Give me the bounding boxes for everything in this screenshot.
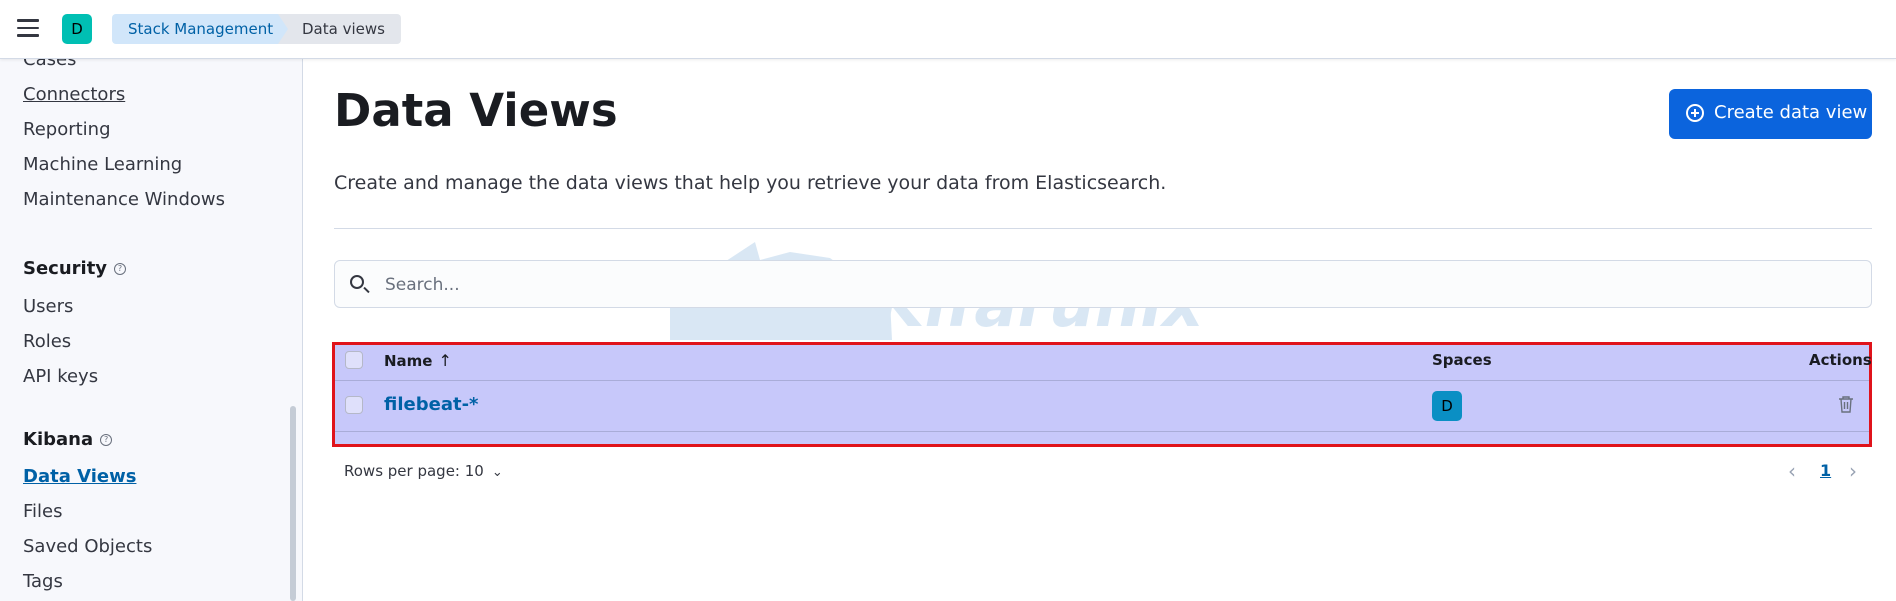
sidebar-scrollbar[interactable] [290, 406, 296, 601]
top-header: D Stack Management Data views [0, 0, 1896, 59]
search-bar[interactable] [334, 260, 1872, 309]
sidebar-section-security: Security? [23, 258, 127, 279]
section-title: Security [23, 258, 108, 279]
rows-per-page-select[interactable]: Rows per page: 10 ⌄ [344, 462, 503, 480]
trash-icon[interactable] [1838, 395, 1854, 414]
chevron-right-icon[interactable]: › [1849, 459, 1857, 483]
plus-circle-icon [1686, 104, 1704, 122]
sort-ascending-icon: ↑ [438, 351, 452, 370]
space-badge[interactable]: D [1432, 391, 1462, 421]
sidebar-item-api-keys[interactable]: API keys [23, 366, 98, 387]
column-label: Name [384, 352, 433, 370]
column-header-name[interactable]: Name ↑ [384, 351, 452, 370]
page-number-button[interactable]: 1 [1820, 461, 1831, 480]
row-checkbox[interactable] [345, 396, 363, 414]
column-header-spaces: Spaces [1432, 351, 1492, 369]
row-separator [335, 380, 1869, 381]
sidebar-nav: Cases Connectors Reporting Machine Learn… [0, 49, 303, 601]
sidebar-section-kibana: Kibana? [23, 429, 113, 450]
search-icon [350, 275, 364, 289]
search-input[interactable] [383, 261, 1857, 309]
sidebar-item-saved-objects[interactable]: Saved Objects [23, 536, 152, 557]
chevron-down-icon: ⌄ [491, 465, 503, 480]
help-icon[interactable]: ? [100, 434, 113, 446]
breadcrumb-stack-management[interactable]: Stack Management [112, 14, 295, 44]
sidebar-item-reporting[interactable]: Reporting [23, 119, 111, 140]
sidebar-item-roles[interactable]: Roles [23, 331, 71, 352]
space-avatar[interactable]: D [62, 14, 92, 44]
sidebar-item-tags[interactable]: Tags [23, 571, 63, 592]
hamburger-menu-icon[interactable] [17, 19, 39, 37]
data-view-name-link[interactable]: filebeat-* [384, 394, 478, 415]
breadcrumb-data-views: Data views [278, 14, 401, 44]
sidebar-item-files[interactable]: Files [23, 501, 63, 522]
rows-per-page-label: Rows per page: 10 [344, 462, 484, 480]
column-header-actions: Actions [1809, 351, 1872, 369]
chevron-left-icon[interactable]: ‹ [1788, 459, 1796, 483]
sidebar-item-machine-learning[interactable]: Machine Learning [23, 154, 182, 175]
select-all-checkbox[interactable] [345, 351, 363, 369]
sidebar-item-users[interactable]: Users [23, 296, 73, 317]
section-title: Kibana [23, 429, 94, 450]
sidebar-item-connectors[interactable]: Connectors [23, 84, 125, 105]
create-data-view-button[interactable]: Create data view [1669, 89, 1872, 139]
sidebar-item-maintenance-windows[interactable]: Maintenance Windows [23, 189, 225, 210]
page-title: Data Views [334, 84, 618, 137]
sidebar-item-data-views[interactable]: Data Views [23, 466, 136, 487]
page-description: Create and manage the data views that he… [334, 172, 1167, 194]
row-separator [335, 431, 1869, 432]
create-button-label: Create data view [1714, 102, 1868, 123]
help-icon[interactable]: ? [114, 263, 127, 275]
divider [334, 228, 1872, 229]
